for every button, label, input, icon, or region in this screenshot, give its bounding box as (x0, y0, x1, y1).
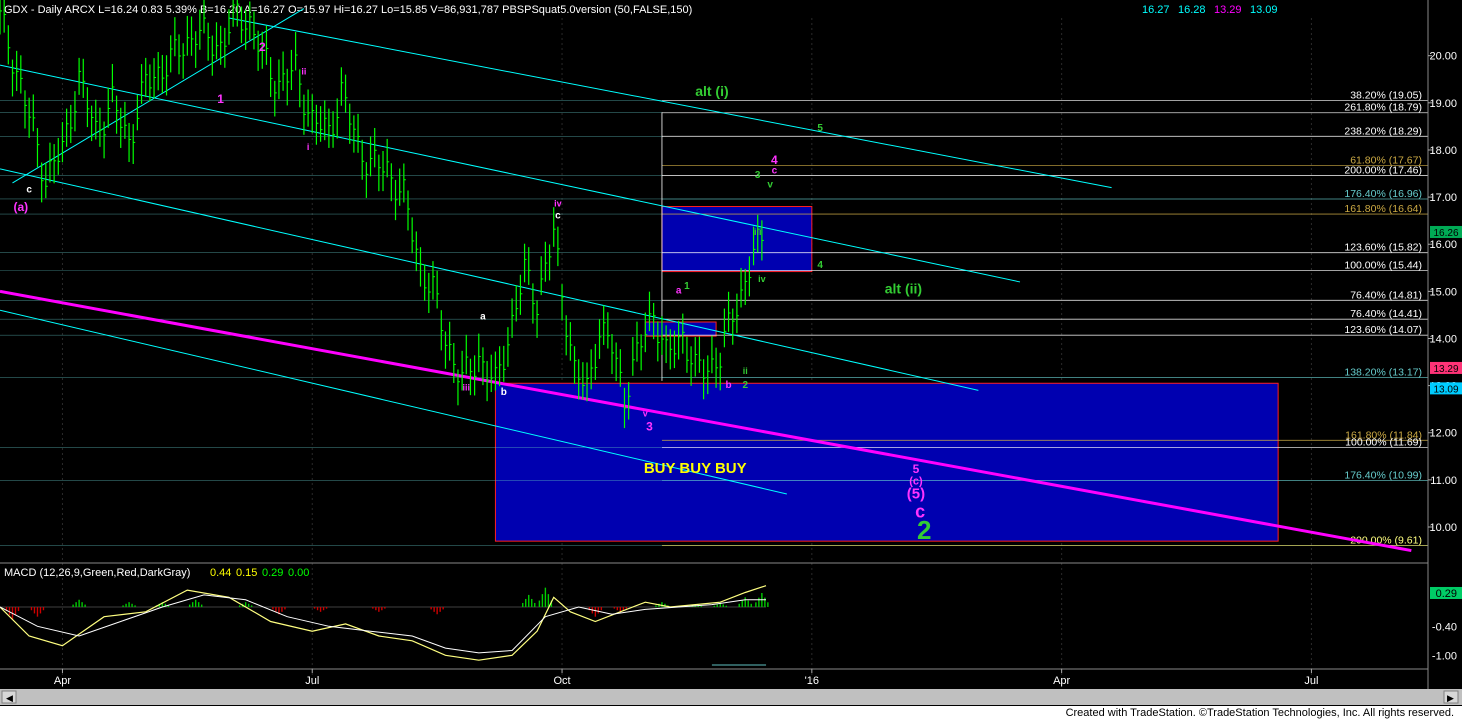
x-tick-label-1: Jul (305, 675, 319, 687)
annotation-22: c (555, 210, 561, 221)
macd-value-3: 0.00 (288, 567, 309, 579)
annotation-27: 3 (646, 419, 653, 433)
y-tick-label-7: 17.00 (1429, 192, 1457, 204)
annotation-33: 2 (917, 515, 931, 545)
fib-label-6: 161.80% (16.64) (1344, 203, 1422, 215)
x-tick-label-2: Oct (553, 675, 570, 687)
annotation-18: 2 (259, 40, 266, 54)
annotation-13: b (726, 380, 732, 391)
fib-label-8: 100.00% (15.44) (1344, 260, 1422, 272)
fib-label-4: 200.00% (17.46) (1344, 164, 1422, 176)
annotation-10: 1 (684, 281, 690, 292)
y-tick-label-9: 19.00 (1429, 98, 1457, 110)
x-tick-label-0: Apr (54, 675, 71, 687)
annotation-19: ii (301, 67, 306, 77)
annotation-8: 4 (817, 260, 823, 271)
annotation-6: v (767, 180, 773, 191)
badge-text-0: 16.26 (1433, 228, 1458, 239)
annotation-24: iii (463, 382, 471, 392)
y-tick-label-2: 12.00 (1429, 428, 1457, 440)
fib-label-9: 76.40% (14.81) (1350, 289, 1422, 301)
badge-text-1: 13.29 (1433, 364, 1458, 375)
fib-label-7: 123.60% (15.82) (1344, 242, 1422, 254)
fib-label-0: 38.20% (19.05) (1350, 89, 1422, 101)
scroll-right-icon: ▶ (1447, 693, 1454, 703)
symbol-header: GDX - Daily ARCX L=16.24 0.83 5.39% B=16… (4, 4, 692, 16)
annotation-23: a (480, 312, 486, 323)
annotation-9: iv (758, 274, 766, 284)
annotation-31: (5) (907, 486, 925, 503)
annotation-11: a (676, 286, 682, 297)
study-value-1: 16.28 (1178, 4, 1206, 16)
annotation-1: alt (ii) (885, 281, 922, 297)
y-tick-label-10: 20.00 (1429, 51, 1457, 63)
study-value-2: 13.29 (1214, 4, 1242, 16)
fib-label-10: 76.40% (14.41) (1350, 308, 1422, 320)
study-value-3: 13.09 (1250, 4, 1278, 16)
annotation-4: c (772, 166, 778, 177)
tradestation-chart: GDX - Daily ARCX L=16.24 0.83 5.39% B=16… (0, 0, 1462, 706)
fib-label-2: 238.20% (18.29) (1344, 125, 1422, 137)
y-tick-label-8: 18.00 (1429, 145, 1457, 157)
target-box-1 (661, 206, 813, 273)
annotation-29: 5 (913, 462, 920, 476)
annotation-0: alt (i) (695, 83, 728, 99)
x-tick-label-3: '16 (805, 675, 819, 687)
annotation-17: 1 (217, 92, 224, 106)
macd-value-2: 0.29 (262, 567, 283, 579)
y-tick-label-0: 10.00 (1429, 522, 1457, 534)
x-tick-label-5: Jul (1304, 675, 1318, 687)
fib-label-1: 261.80% (18.79) (1344, 102, 1422, 114)
annotation-12: ii (743, 366, 748, 376)
y-tick-label-4: 14.00 (1429, 333, 1457, 345)
y-tick-label-6: 16.00 (1429, 239, 1457, 251)
annotation-5: 3 (755, 170, 761, 181)
annotation-15: (a) (13, 200, 28, 214)
study-value-0: 16.27 (1142, 4, 1170, 16)
fib-label-15: 176.40% (10.99) (1344, 469, 1422, 481)
target-box-0 (494, 382, 1279, 542)
scroll-left-icon: ◀ (6, 693, 13, 703)
annotation-2: 5 (817, 123, 823, 134)
macd-tick-label-1: -0.40 (1432, 621, 1457, 633)
annotation-20: i (307, 142, 310, 152)
annotation-28: BUY BUY BUY (644, 460, 747, 477)
target-box-2 (644, 321, 717, 337)
annotation-16: c (26, 184, 32, 195)
annotation-25: b (501, 387, 507, 398)
copyright-footer: Created with TradeStation. ©TradeStation… (0, 706, 1462, 720)
badge-text-2: 13.09 (1433, 384, 1458, 395)
y-tick-label-5: 15.00 (1429, 286, 1457, 298)
fib-label-14: 100.00% (11.69) (1345, 436, 1422, 448)
y-tick-label-1: 11.00 (1430, 475, 1457, 487)
macd-value-1: 0.15 (236, 567, 257, 579)
fib-label-5: 176.40% (16.96) (1344, 188, 1422, 200)
fib-label-11: 123.60% (14.07) (1344, 324, 1422, 336)
x-tick-label-4: Apr (1053, 675, 1070, 687)
annotation-21: iv (554, 199, 562, 209)
macd-tick-label-2: -1.00 (1432, 650, 1457, 662)
macd-header: MACD (12,26,9,Green,Red,DarkGray) (4, 567, 190, 579)
annotation-7: iii (754, 227, 762, 237)
fib-label-12: 138.20% (13.17) (1344, 367, 1422, 379)
macd-tick-label-0: 0.29 (1436, 588, 1457, 600)
annotation-14: 2 (742, 380, 748, 391)
annotation-26: v (643, 408, 648, 418)
horizontal-scrollbar[interactable] (0, 689, 1462, 705)
macd-value-0: 0.44 (210, 567, 231, 579)
